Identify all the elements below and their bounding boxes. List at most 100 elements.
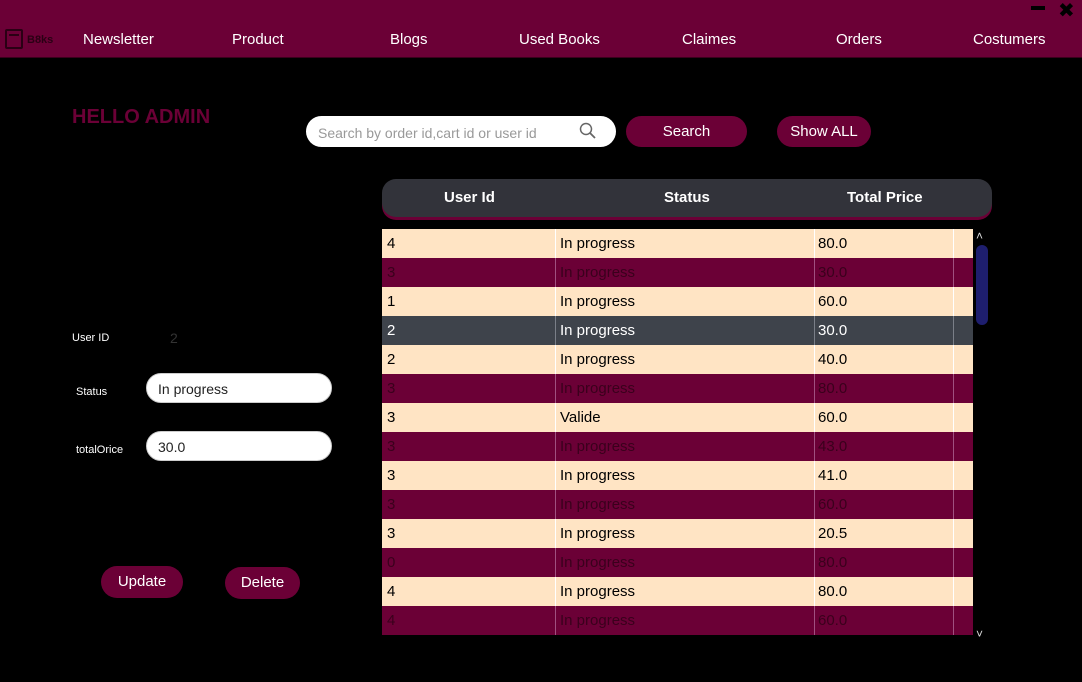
cell-status: In progress bbox=[560, 351, 636, 368]
scroll-down-icon[interactable]: ˅ bbox=[976, 627, 983, 641]
column-divider bbox=[953, 287, 954, 316]
close-icon[interactable]: ✖ bbox=[1058, 0, 1075, 23]
cell-total-price: 80.0 bbox=[818, 380, 848, 397]
cell-user-id: 3 bbox=[387, 496, 396, 513]
cell-status: In progress bbox=[560, 380, 636, 397]
cell-total-price: 43.0 bbox=[818, 438, 848, 455]
minimize-icon[interactable] bbox=[1031, 6, 1045, 10]
column-divider bbox=[814, 548, 815, 577]
nav-item-orders[interactable]: Orders bbox=[836, 31, 882, 48]
column-divider bbox=[953, 403, 954, 432]
nav-divider bbox=[0, 57, 1082, 58]
cell-status: In progress bbox=[560, 264, 636, 281]
cell-status: In progress bbox=[560, 467, 636, 484]
table-row[interactable]: 3 In progress 30.0 bbox=[382, 258, 973, 287]
scroll-up-icon[interactable]: ˄ bbox=[976, 229, 983, 243]
cell-user-id: 2 bbox=[387, 322, 396, 339]
orders-table-body: 4 In progress 80.0 3 In progress 30.0 1 In prog… bbox=[382, 229, 973, 642]
cell-user-id: 4 bbox=[387, 583, 396, 600]
status-field[interactable] bbox=[156, 374, 330, 404]
nav-item-product[interactable]: Product bbox=[232, 31, 284, 48]
column-divider bbox=[953, 229, 954, 258]
cell-total-price: 41.0 bbox=[818, 467, 848, 484]
scrollbar-thumb[interactable] bbox=[976, 245, 988, 325]
cell-status: In progress bbox=[560, 293, 636, 310]
total-price-field[interactable] bbox=[156, 432, 330, 462]
cell-status: In progress bbox=[560, 322, 636, 339]
user-id-label: User ID bbox=[72, 332, 110, 344]
column-divider bbox=[953, 316, 954, 345]
column-divider bbox=[814, 374, 815, 403]
table-row[interactable]: 0 In progress 80.0 bbox=[382, 548, 973, 577]
column-divider bbox=[953, 374, 954, 403]
cell-user-id: 4 bbox=[387, 235, 396, 252]
cell-user-id: 3 bbox=[387, 409, 396, 426]
table-row[interactable]: 4 In progress 80.0 bbox=[382, 577, 973, 606]
column-divider bbox=[953, 548, 954, 577]
cell-user-id: 0 bbox=[387, 554, 396, 571]
column-divider bbox=[555, 432, 556, 461]
search-icon[interactable] bbox=[578, 121, 598, 141]
column-divider bbox=[953, 606, 954, 635]
search-button[interactable]: Search bbox=[626, 116, 747, 147]
table-row[interactable]: 3 In progress 43.0 bbox=[382, 432, 973, 461]
show-all-button[interactable]: Show ALL bbox=[777, 116, 871, 147]
nav-item-newsletter[interactable]: Newsletter bbox=[83, 31, 154, 48]
column-divider bbox=[555, 577, 556, 606]
column-header-status[interactable]: Status bbox=[664, 179, 710, 217]
table-row[interactable]: 2 In progress 30.0 bbox=[382, 316, 973, 345]
column-divider bbox=[814, 490, 815, 519]
column-divider bbox=[953, 519, 954, 548]
total-price-label: totalOrice bbox=[76, 444, 124, 456]
column-divider bbox=[555, 490, 556, 519]
table-row[interactable]: 2 In progress 40.0 bbox=[382, 345, 973, 374]
column-header-total-price[interactable]: Total Price bbox=[847, 179, 923, 217]
column-header-user-id[interactable]: User Id bbox=[444, 179, 495, 217]
table-row[interactable]: 3 In progress 41.0 bbox=[382, 461, 973, 490]
cell-total-price: 80.0 bbox=[818, 554, 848, 571]
cell-user-id: 3 bbox=[387, 525, 396, 542]
nav-item-costumers[interactable]: Costumers bbox=[973, 31, 1046, 48]
column-divider bbox=[953, 490, 954, 519]
column-divider bbox=[814, 258, 815, 287]
total-price-field-wrap bbox=[146, 431, 332, 462]
cell-total-price: 60.0 bbox=[818, 409, 848, 426]
cell-total-price: 30.0 bbox=[818, 322, 848, 339]
search-input[interactable] bbox=[316, 116, 580, 149]
cell-total-price: 80.0 bbox=[818, 583, 848, 600]
cell-total-price: 40.0 bbox=[818, 351, 848, 368]
column-divider bbox=[814, 316, 815, 345]
table-row[interactable]: 3 In progress 80.0 bbox=[382, 374, 973, 403]
nav-item-claimes[interactable]: Claimes bbox=[682, 31, 736, 48]
column-divider bbox=[555, 374, 556, 403]
column-divider bbox=[814, 403, 815, 432]
status-label: Status bbox=[76, 386, 108, 398]
table-row[interactable]: 3 Valide 60.0 bbox=[382, 403, 973, 432]
cell-status: In progress bbox=[560, 554, 636, 571]
column-divider bbox=[814, 432, 815, 461]
nav-item-used-books[interactable]: Used Books bbox=[519, 31, 600, 48]
cell-status: In progress bbox=[560, 496, 636, 513]
delete-button[interactable]: Delete bbox=[225, 567, 300, 599]
table-row[interactable]: 3 In progress 60.0 bbox=[382, 490, 973, 519]
column-divider bbox=[814, 461, 815, 490]
column-divider bbox=[814, 519, 815, 548]
table-row[interactable]: 4 In progress 80.0 bbox=[382, 229, 973, 258]
cell-status: Valide bbox=[560, 409, 601, 426]
status-field-wrap bbox=[146, 373, 332, 404]
cell-user-id: 2 bbox=[387, 351, 396, 368]
column-divider bbox=[555, 258, 556, 287]
column-divider bbox=[555, 287, 556, 316]
cell-status: In progress bbox=[560, 438, 636, 455]
table-row[interactable]: 1 In progress 60.0 bbox=[382, 287, 973, 316]
user-id-value: 2 bbox=[170, 330, 178, 346]
nav-item-blogs[interactable]: Blogs bbox=[390, 31, 428, 48]
table-row[interactable]: 4 In progress 60.0 bbox=[382, 606, 973, 635]
column-divider bbox=[555, 316, 556, 345]
logo-icon bbox=[5, 29, 23, 49]
table-row[interactable]: 3 In progress 20.5 bbox=[382, 519, 973, 548]
table-scrollbar[interactable]: ˄ ˅ bbox=[973, 229, 991, 642]
update-button[interactable]: Update bbox=[101, 566, 183, 598]
column-divider bbox=[555, 229, 556, 258]
cell-status: In progress bbox=[560, 583, 636, 600]
